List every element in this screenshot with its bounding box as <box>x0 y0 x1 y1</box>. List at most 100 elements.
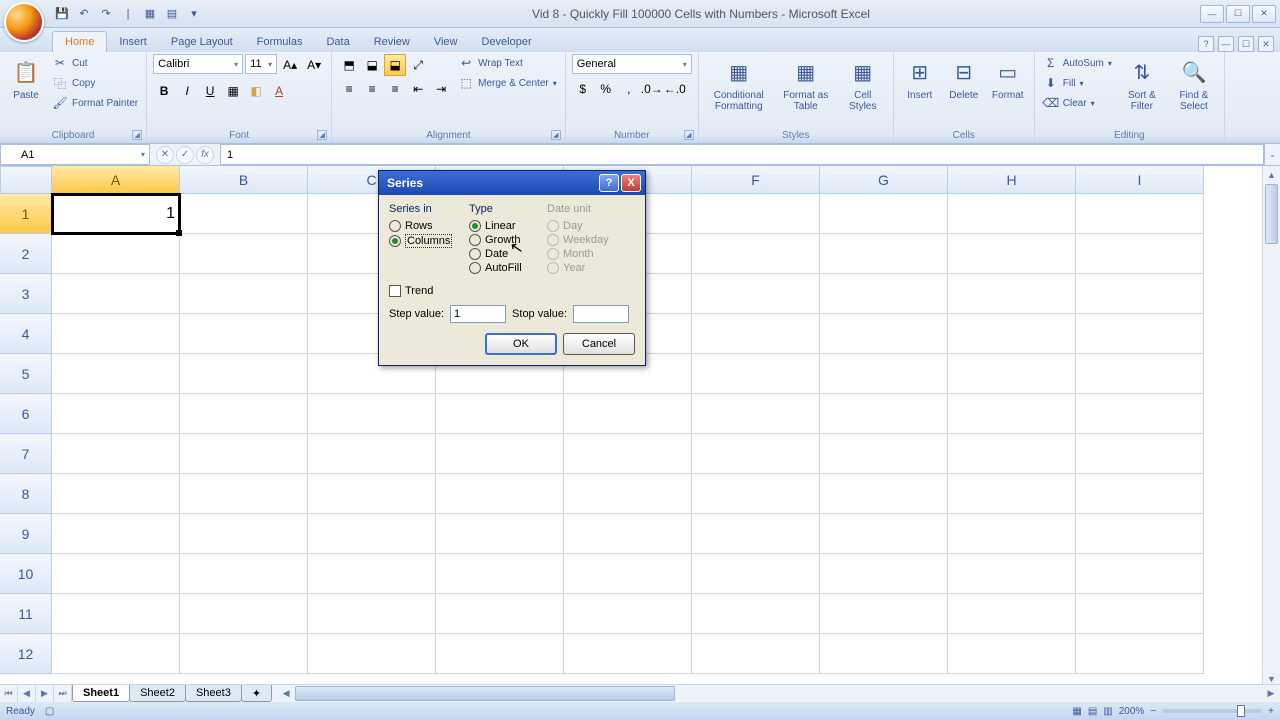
row-header-2[interactable]: 2 <box>0 234 52 274</box>
align-left-button[interactable]: ≡ <box>338 78 360 100</box>
radio-date[interactable]: Date <box>469 247 539 261</box>
cell[interactable] <box>308 594 436 634</box>
percent-button[interactable]: % <box>595 78 617 100</box>
row-header-4[interactable]: 4 <box>0 314 52 354</box>
stop-value-input[interactable] <box>573 305 629 323</box>
cell[interactable] <box>820 314 948 354</box>
cell[interactable] <box>180 234 308 274</box>
increase-indent-button[interactable]: ⇥ <box>430 78 452 100</box>
cell[interactable] <box>564 634 692 674</box>
cell[interactable] <box>948 514 1076 554</box>
align-center-button[interactable]: ≡ <box>361 78 383 100</box>
number-format-combo[interactable]: General▾ <box>572 54 692 74</box>
italic-button[interactable]: I <box>176 80 198 102</box>
cell[interactable] <box>180 314 308 354</box>
cell[interactable] <box>948 194 1076 234</box>
sheet-tab-1[interactable]: Sheet1 <box>72 685 130 702</box>
dialog-close-button[interactable]: X <box>621 174 641 192</box>
tab-review[interactable]: Review <box>362 32 422 52</box>
select-all-corner[interactable] <box>0 166 52 194</box>
view-normal-icon[interactable]: ▦ <box>1072 706 1081 717</box>
tab-last-icon[interactable]: ⏭ <box>54 685 72 702</box>
cell[interactable] <box>948 634 1076 674</box>
delete-cells-button[interactable]: ⊟Delete <box>944 54 984 103</box>
cell[interactable] <box>692 634 820 674</box>
col-header-i[interactable]: I <box>1076 166 1204 194</box>
align-top-button[interactable]: ⬒ <box>338 54 360 76</box>
row-header-7[interactable]: 7 <box>0 434 52 474</box>
zoom-knob[interactable] <box>1237 705 1245 717</box>
cell[interactable] <box>180 554 308 594</box>
col-header-g[interactable]: G <box>820 166 948 194</box>
trend-checkbox[interactable]: Trend <box>389 285 635 297</box>
row-header-6[interactable]: 6 <box>0 394 52 434</box>
tab-insert[interactable]: Insert <box>107 32 159 52</box>
cell[interactable] <box>820 554 948 594</box>
decrease-decimal-button[interactable]: ←.0 <box>664 78 686 100</box>
insert-cells-button[interactable]: ⊞Insert <box>900 54 940 103</box>
cell[interactable] <box>52 354 180 394</box>
tab-first-icon[interactable]: ⏮ <box>0 685 18 702</box>
minimize-button[interactable]: — <box>1200 5 1224 23</box>
wrap-text-button[interactable]: ↩Wrap Text <box>456 54 559 72</box>
cell[interactable] <box>436 634 564 674</box>
tab-next-icon[interactable]: ▶ <box>36 685 54 702</box>
formula-input[interactable]: 1 <box>220 144 1264 165</box>
cell[interactable] <box>692 594 820 634</box>
align-bottom-button[interactable]: ⬓ <box>384 54 406 76</box>
cell[interactable] <box>564 594 692 634</box>
minimize-ribbon-button[interactable]: — <box>1218 36 1234 52</box>
radio-autofill[interactable]: AutoFill <box>469 261 539 275</box>
row-header-11[interactable]: 11 <box>0 594 52 634</box>
font-name-combo[interactable]: Calibri▾ <box>153 54 243 74</box>
dialog-titlebar[interactable]: Series ? X <box>379 171 645 195</box>
decrease-indent-button[interactable]: ⇤ <box>407 78 429 100</box>
cell[interactable] <box>1076 634 1204 674</box>
alignment-launcher[interactable]: ◢ <box>551 130 561 140</box>
qat-more-icon[interactable]: ▾ <box>186 6 202 22</box>
align-middle-button[interactable]: ⬓ <box>361 54 383 76</box>
new-sheet-tab[interactable]: ✦ <box>241 685 272 702</box>
format-painter-button[interactable]: 🖌Format Painter <box>50 94 140 112</box>
merge-center-button[interactable]: ⬚Merge & Center▾ <box>456 74 559 92</box>
number-launcher[interactable]: ◢ <box>684 130 694 140</box>
fill-color-button[interactable]: ◧ <box>245 80 267 102</box>
cell[interactable] <box>1076 194 1204 234</box>
cell[interactable] <box>948 354 1076 394</box>
sort-filter-button[interactable]: ⇅Sort & Filter <box>1118 54 1166 114</box>
cell[interactable] <box>436 554 564 594</box>
undo-icon[interactable]: ↶ <box>76 6 92 22</box>
save-icon[interactable]: 💾 <box>54 6 70 22</box>
cell[interactable] <box>692 514 820 554</box>
scroll-left-icon[interactable]: ◀ <box>277 685 295 702</box>
office-button[interactable] <box>4 2 44 42</box>
cell[interactable] <box>692 394 820 434</box>
name-box[interactable]: A1▾ <box>0 144 150 165</box>
cell[interactable] <box>1076 234 1204 274</box>
cell[interactable] <box>564 474 692 514</box>
radio-rows[interactable]: Rows <box>389 219 461 233</box>
comma-button[interactable]: , <box>618 78 640 100</box>
border-button[interactable]: ▦ <box>222 80 244 102</box>
cell[interactable] <box>180 474 308 514</box>
cell[interactable] <box>308 514 436 554</box>
cell[interactable] <box>1076 514 1204 554</box>
help-icon[interactable]: ? <box>1198 36 1214 52</box>
qat-custom-1-icon[interactable]: ▦ <box>142 6 158 22</box>
col-header-f[interactable]: F <box>692 166 820 194</box>
find-select-button[interactable]: 🔍Find & Select <box>1170 54 1218 114</box>
font-color-button[interactable]: A <box>268 80 290 102</box>
row-header-12[interactable]: 12 <box>0 634 52 674</box>
cell[interactable] <box>308 554 436 594</box>
orientation-button[interactable]: ⤢ <box>407 54 429 76</box>
cell[interactable] <box>52 634 180 674</box>
cell[interactable] <box>180 594 308 634</box>
shrink-font-button[interactable]: A▾ <box>303 54 325 76</box>
cell[interactable] <box>692 314 820 354</box>
cell[interactable] <box>948 314 1076 354</box>
cell[interactable] <box>692 234 820 274</box>
cell[interactable] <box>436 394 564 434</box>
row-header-5[interactable]: 5 <box>0 354 52 394</box>
cell[interactable] <box>948 234 1076 274</box>
scroll-right-icon[interactable]: ▶ <box>1262 685 1280 702</box>
